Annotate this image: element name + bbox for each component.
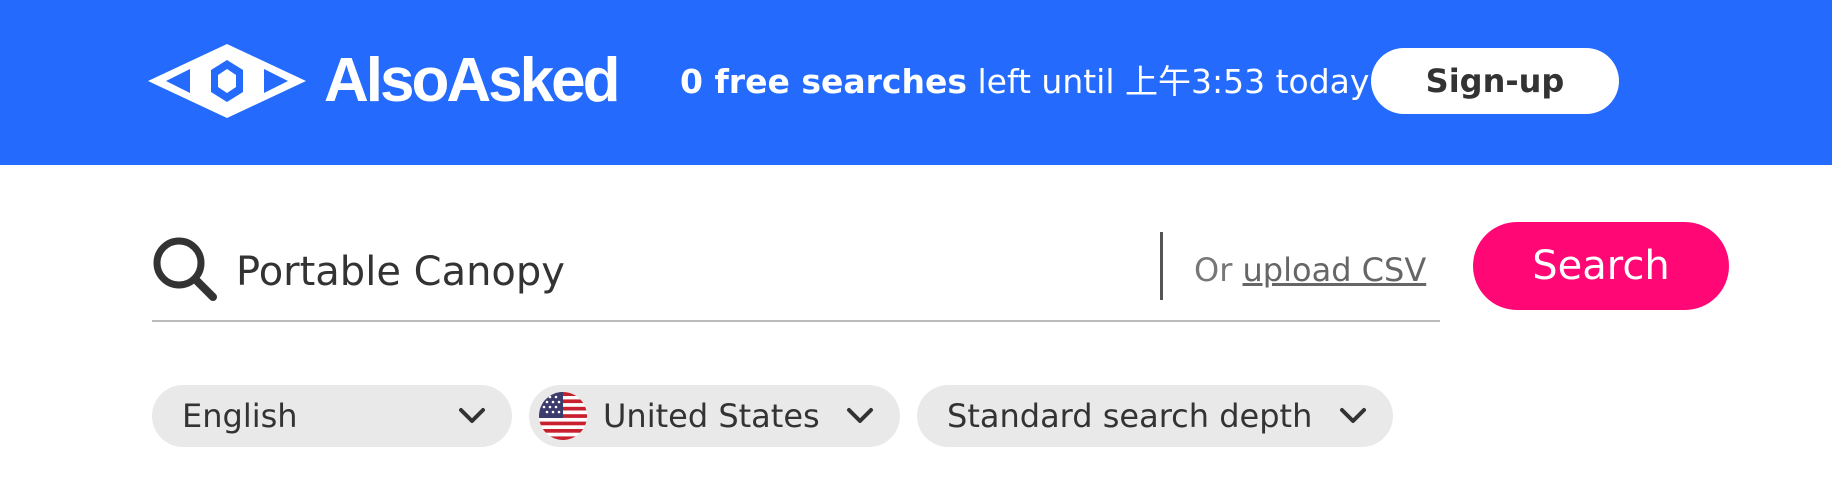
chevron-down-icon [846,407,874,425]
or-label: Or [1194,251,1243,289]
search-input[interactable] [236,242,1136,302]
alsoasked-logo-icon [148,44,306,118]
signup-button[interactable]: Sign-up [1371,48,1619,114]
search-underline [152,320,1440,322]
search-button[interactable]: Search [1473,222,1729,310]
upload-csv-link[interactable]: upload CSV [1243,251,1427,289]
free-searches-reset: left until 上午3:53 today [966,62,1370,101]
logo-text: AlsoAsked [324,46,620,115]
chevron-down-icon [1339,407,1367,425]
search-icon [152,236,218,306]
free-searches-info: 0 free searches left until 上午3:53 today [680,58,1369,106]
alsoasked-logo[interactable]: AlsoAsked [148,44,620,118]
country-select[interactable]: United States [529,385,900,447]
search-bar: Or upload CSV [152,222,1440,322]
top-header: AlsoAsked 0 free searches left until 上午3… [0,0,1832,165]
language-select-label: English [182,397,298,435]
country-select-label: United States [603,397,820,435]
search-divider [1160,232,1163,300]
search-depth-label: Standard search depth [947,397,1313,435]
us-flag-icon [539,392,587,440]
free-searches-count: 0 free searches [680,62,967,101]
language-select[interactable]: English [152,385,512,447]
search-depth-select[interactable]: Standard search depth [917,385,1393,447]
upload-csv-area: Or upload CSV [1194,244,1426,296]
chevron-down-icon [458,407,486,425]
